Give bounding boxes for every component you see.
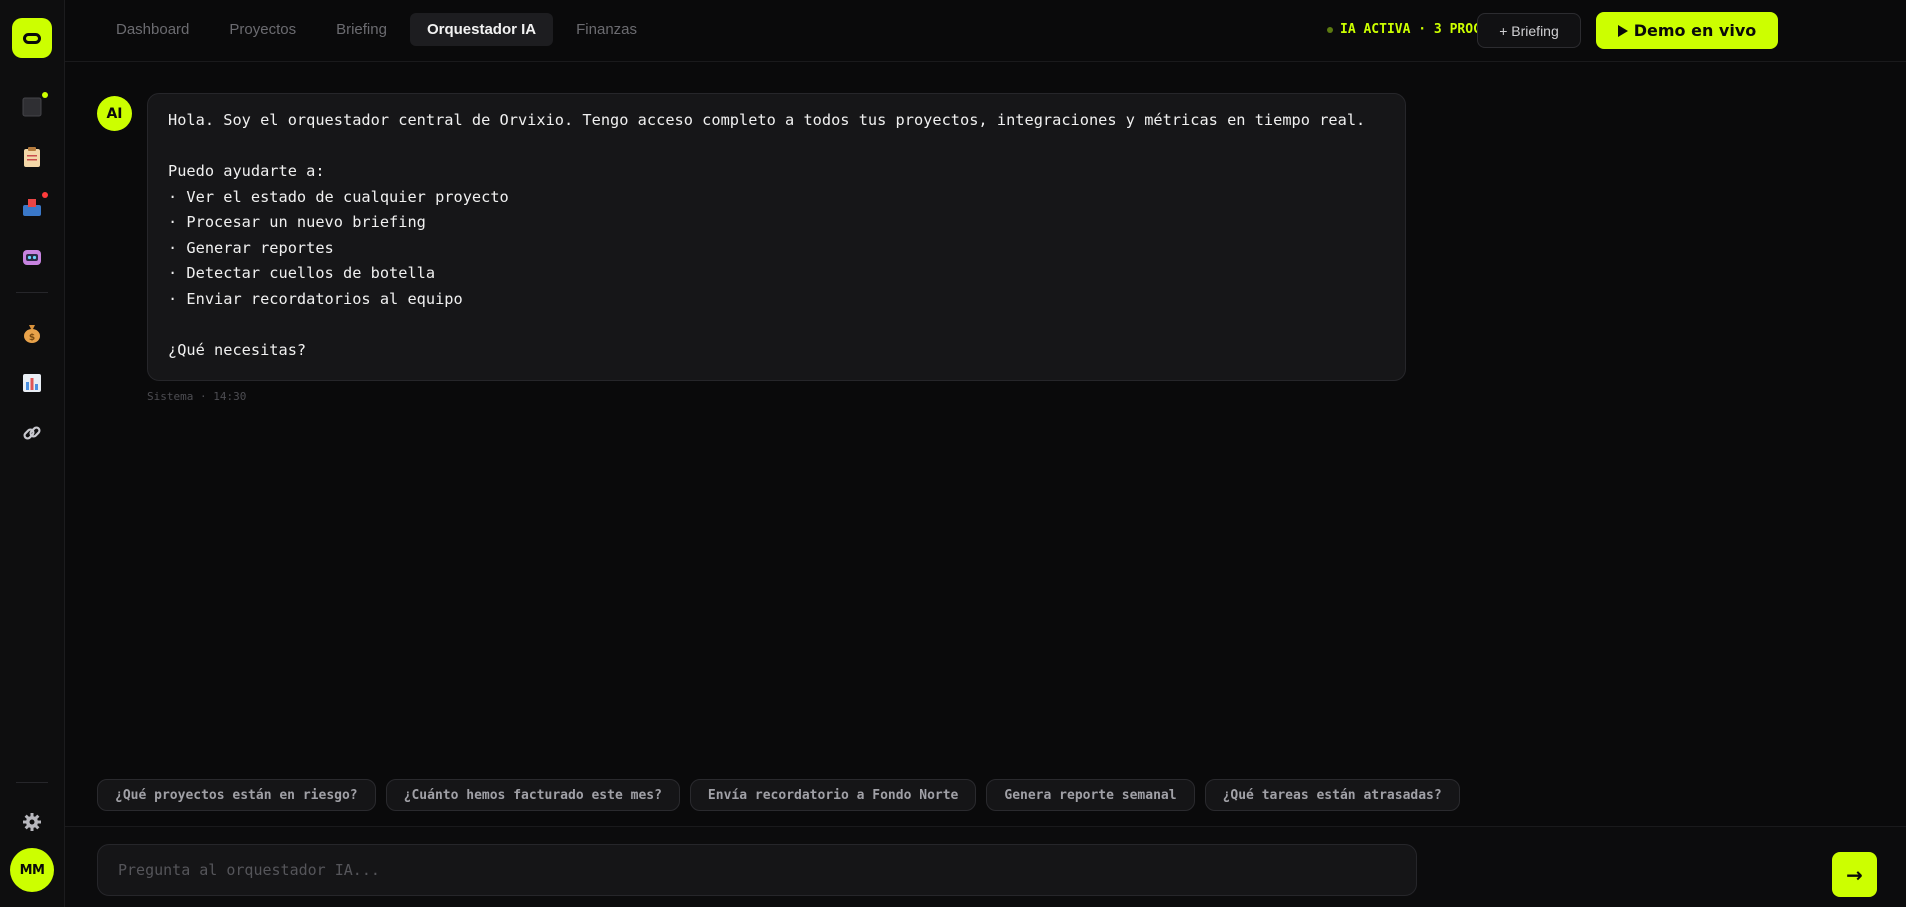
send-arrow-icon[interactable]: →	[1832, 852, 1877, 897]
nav-inbox-icon[interactable]	[19, 192, 48, 220]
tab-finanzas[interactable]: Finanzas	[559, 13, 654, 46]
orchestrator-prompt-input[interactable]	[97, 844, 1417, 896]
tab-proyectos[interactable]: Proyectos	[212, 13, 313, 46]
new-briefing-button[interactable]: + Briefing	[1477, 13, 1581, 48]
status-dot	[1327, 26, 1333, 33]
message-line: ¿Qué necesitas?	[168, 340, 307, 359]
ai-message-bubble: Hola. Soy el orquestador central de Orvi…	[147, 93, 1406, 381]
nav-money-bag-icon[interactable]: $	[19, 320, 45, 346]
sidebar: $ MM	[0, 0, 65, 907]
message-line: ​	[168, 312, 1385, 338]
suggestion-chip[interactable]: ¿Cuánto hemos facturado este mes?	[385, 779, 680, 811]
message-line: · Detectar cuellos de botella	[168, 264, 436, 282]
message-line: · Generar reportes	[168, 238, 334, 257]
nav-robot-icon[interactable]	[19, 244, 45, 270]
notification-dot	[42, 92, 48, 98]
message-line: ​	[168, 134, 1385, 160]
nav-bar-chart-icon[interactable]	[19, 370, 45, 396]
main-tabs: Dashboard Proyectos Briefing Orquestador…	[99, 13, 654, 46]
suggestion-chip[interactable]: Envía recordatorio a Fondo Norte	[689, 779, 977, 811]
tab-dashboard[interactable]: Dashboard	[99, 13, 206, 46]
svg-text:$: $	[29, 333, 35, 343]
live-demo-label: Demo en vivo	[1633, 21, 1757, 40]
ai-avatar: AI	[97, 96, 132, 131]
sidebar-divider	[16, 782, 48, 783]
suggestion-chip[interactable]: ¿Qué proyectos están en riesgo?	[97, 779, 376, 811]
message-line: · Procesar un nuevo briefing	[168, 213, 426, 231]
message-line: Hola. Soy el orquestador central de Orvi…	[168, 111, 1366, 129]
nav-link-icon[interactable]	[19, 420, 45, 446]
app-logo[interactable]	[12, 18, 52, 58]
tab-briefing[interactable]: Briefing	[319, 13, 404, 46]
settings-gear-icon[interactable]	[19, 809, 45, 835]
nav-clipboard-icon[interactable]	[19, 144, 45, 170]
message-line: · Enviar recordatorios al equipo	[168, 289, 463, 308]
live-demo-button[interactable]: Demo en vivo	[1596, 12, 1778, 49]
suggestion-chip[interactable]: ¿Qué tareas están atrasadas?	[1204, 779, 1460, 811]
suggestion-chip[interactable]: Genera reporte semanal	[986, 779, 1195, 811]
user-avatar[interactable]: MM	[10, 848, 54, 892]
message-line: Puedo ayudarte a:	[168, 162, 325, 180]
sidebar-divider	[16, 292, 48, 293]
suggestion-chips: ¿Qué proyectos están en riesgo? ¿Cuánto …	[97, 779, 1460, 811]
notification-dot	[42, 192, 48, 198]
logo-mark	[23, 32, 41, 44]
composer-bar: →	[65, 826, 1906, 907]
play-icon	[1617, 24, 1628, 37]
tab-orquestador-ia[interactable]: Orquestador IA	[409, 13, 554, 46]
message-line: · Ver el estado de cualquier proyecto	[168, 187, 509, 206]
nav-dashboard-icon[interactable]	[19, 92, 48, 120]
message-meta: Sistema · 14:30	[147, 390, 247, 403]
